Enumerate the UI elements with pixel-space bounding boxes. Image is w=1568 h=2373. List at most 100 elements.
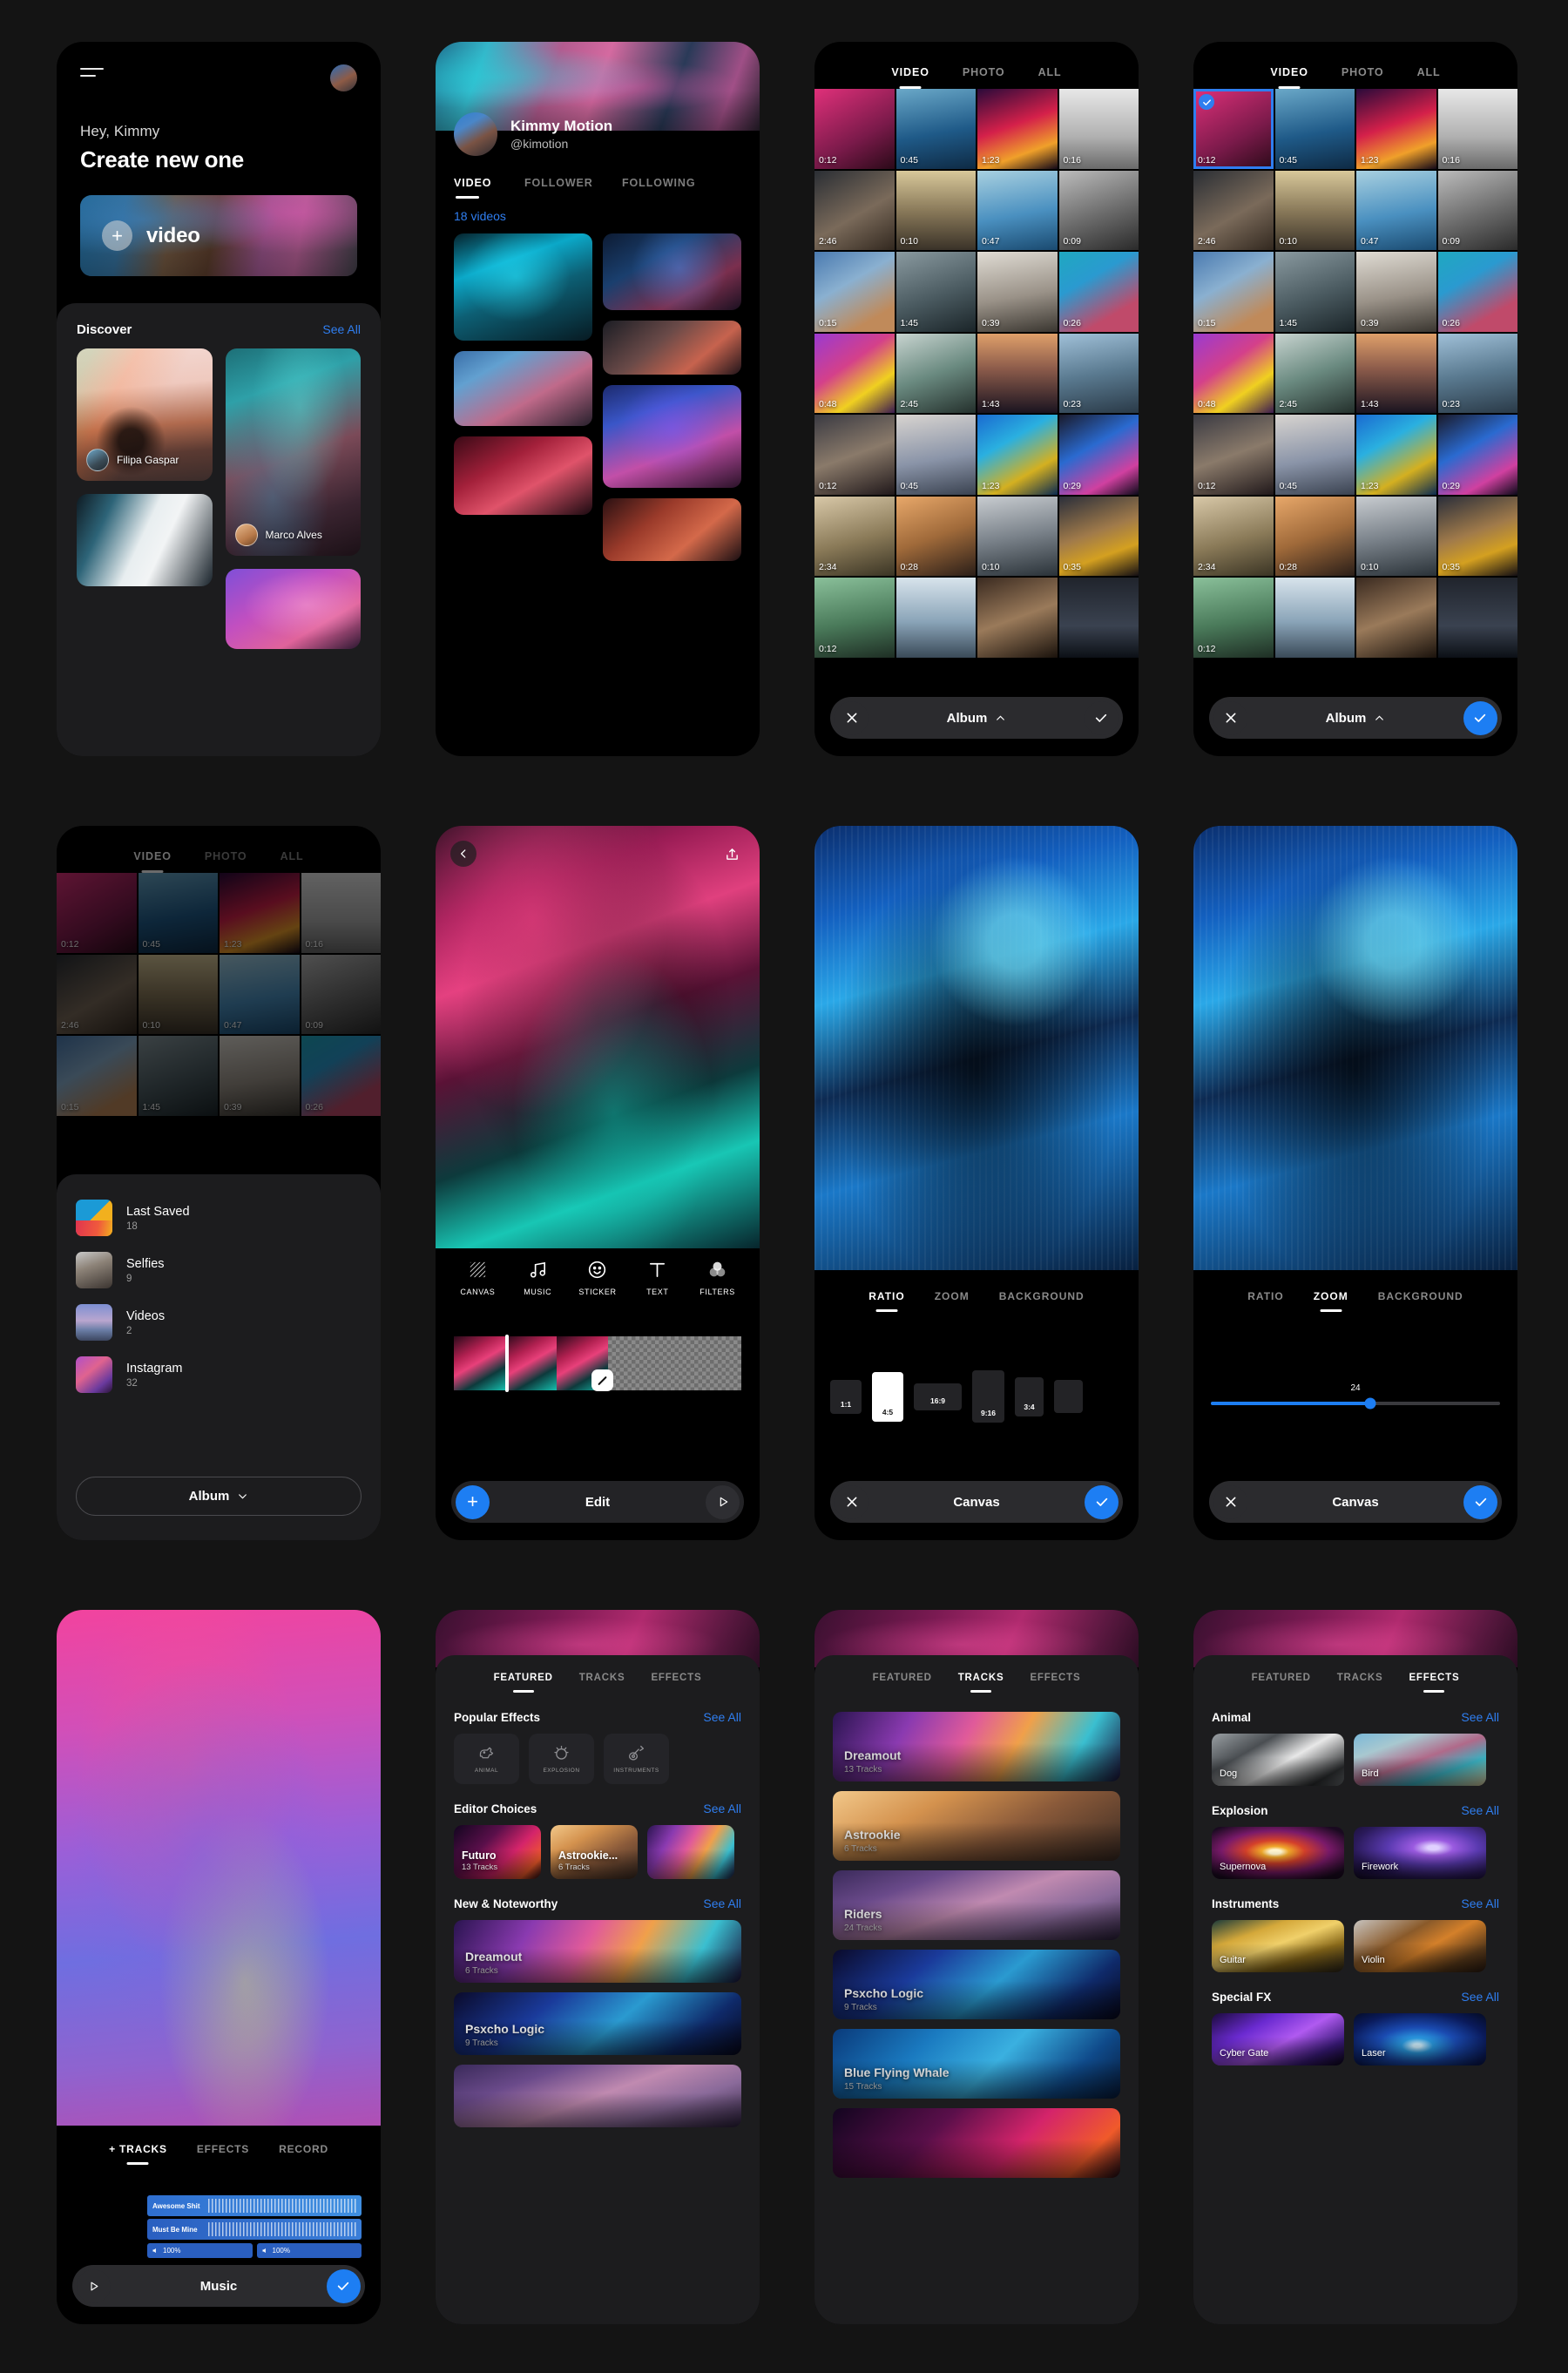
media-thumbnail[interactable]: 1:23 — [220, 873, 300, 953]
media-thumbnail[interactable]: 1:43 — [1356, 333, 1436, 413]
media-thumbnail[interactable]: 0:47 — [220, 954, 300, 1034]
ratio-option-9-16[interactable]: 9:16 — [972, 1370, 1004, 1423]
effect-card[interactable]: Dog — [1212, 1734, 1344, 1786]
section-see-all[interactable]: See All — [703, 1802, 741, 1815]
tool-text[interactable]: TEXT — [630, 1260, 686, 1296]
media-thumbnail[interactable]: 0:12 — [1193, 578, 1274, 658]
store-track-card[interactable]: Riders 24 Tracks — [833, 1870, 1120, 1940]
album-selector[interactable]: Album — [947, 711, 1007, 726]
tab-zoom[interactable]: ZOOM — [935, 1290, 970, 1312]
store-card[interactable]: Astrookie... 6 Tracks — [551, 1825, 638, 1879]
media-thumbnail[interactable]: 0:48 — [814, 333, 895, 413]
close-icon[interactable] — [835, 1484, 868, 1519]
video-thumb[interactable] — [603, 385, 741, 488]
list-item[interactable]: Instagram 32 — [76, 1349, 362, 1401]
back-icon[interactable] — [450, 841, 476, 867]
timeline-frame[interactable] — [454, 1336, 505, 1390]
media-thumbnail[interactable]: 0:45 — [896, 415, 976, 495]
discover-card[interactable]: Marco Alves — [225, 348, 361, 556]
tab-video[interactable]: VIDEO — [454, 177, 524, 199]
album-selector[interactable]: Album — [1326, 711, 1386, 726]
media-thumbnail[interactable]: 0:45 — [138, 873, 218, 953]
media-thumbnail[interactable]: 2:45 — [896, 333, 976, 413]
store-track-card[interactable]: Astrookie 6 Tracks — [833, 1791, 1120, 1861]
media-thumbnail[interactable]: 1:23 — [977, 89, 1058, 169]
section-see-all[interactable]: See All — [1461, 1710, 1499, 1724]
ratio-option-1-1[interactable]: 1:1 — [830, 1379, 862, 1414]
confirm-button[interactable] — [1084, 700, 1119, 735]
section-see-all[interactable]: See All — [1461, 1803, 1499, 1817]
audio-clip[interactable]: Awesome Shit — [147, 2195, 362, 2216]
discover-card[interactable] — [225, 569, 361, 649]
media-thumbnail[interactable]: 1:43 — [977, 333, 1058, 413]
media-thumbnail[interactable] — [1356, 578, 1436, 658]
store-card[interactable]: Futuro 13 Tracks — [454, 1825, 541, 1879]
video-thumb[interactable] — [603, 321, 741, 375]
effect-card[interactable]: Laser — [1354, 2013, 1486, 2065]
tab-tracks[interactable]: TRACKS — [579, 1673, 625, 1693]
tab-tracks[interactable]: TRACKS — [1337, 1673, 1383, 1693]
tab-video[interactable]: VIDEO — [891, 66, 929, 89]
store-track-card[interactable] — [454, 2065, 741, 2127]
menu-icon[interactable] — [80, 64, 106, 82]
effect-card[interactable]: Guitar — [1212, 1920, 1344, 1972]
tab-effects[interactable]: EFFECTS — [1409, 1673, 1459, 1693]
media-thumbnail[interactable]: 0:16 — [1058, 89, 1139, 169]
volume-control[interactable]: 100% — [256, 2243, 362, 2258]
tab-all[interactable]: ALL — [280, 850, 304, 873]
media-thumbnail[interactable]: 0:26 — [1437, 252, 1517, 332]
media-thumbnail[interactable]: 0:39 — [977, 252, 1058, 332]
confirm-button[interactable] — [326, 2268, 361, 2303]
media-thumbnail[interactable]: 1:45 — [138, 1036, 218, 1116]
media-thumbnail[interactable]: 0:12 — [814, 415, 895, 495]
tab-ratio[interactable]: RATIO — [1247, 1290, 1283, 1312]
tool-filters[interactable]: FILTERS — [690, 1260, 746, 1296]
media-thumbnail[interactable] — [1058, 578, 1139, 658]
store-track-card[interactable]: Dreamout 6 Tracks — [454, 1920, 741, 1983]
close-icon[interactable] — [1213, 700, 1247, 735]
media-thumbnail[interactable]: 2:45 — [1274, 333, 1355, 413]
media-thumbnail[interactable]: 0:29 — [1437, 415, 1517, 495]
media-thumbnail[interactable]: 0:10 — [1274, 170, 1355, 250]
media-thumbnail[interactable]: 0:15 — [814, 252, 895, 332]
tab-follower[interactable]: FOLLOWER — [524, 177, 622, 199]
close-icon[interactable] — [1213, 1484, 1247, 1519]
media-thumbnail[interactable]: 0:12 — [1193, 415, 1274, 495]
media-thumbnail[interactable] — [896, 578, 976, 658]
media-thumbnail[interactable]: 0:09 — [1058, 170, 1139, 250]
media-thumbnail[interactable]: 0:09 — [301, 954, 381, 1034]
tab-effects[interactable]: EFFECTS — [1030, 1673, 1080, 1693]
tab-tracks[interactable]: TRACKS — [958, 1673, 1004, 1693]
media-thumbnail[interactable]: 0:39 — [1356, 252, 1436, 332]
volume-control[interactable]: 100% — [147, 2243, 253, 2258]
tab-photo[interactable]: PHOTO — [205, 850, 247, 873]
ratio-option-4-5[interactable]: 4:5 — [872, 1371, 903, 1422]
store-track-card[interactable]: Psxcho Logic 9 Tracks — [833, 1950, 1120, 2019]
section-see-all[interactable]: See All — [1461, 1896, 1499, 1910]
media-thumbnail[interactable]: 0:12 — [1193, 89, 1274, 169]
playhead[interactable] — [505, 1335, 509, 1392]
confirm-button[interactable] — [1085, 1484, 1119, 1519]
effect-chip-explosion[interactable]: EXPLOSION — [529, 1734, 594, 1784]
media-thumbnail[interactable]: 1:23 — [1356, 415, 1436, 495]
media-thumbnail[interactable]: 0:12 — [57, 873, 137, 953]
list-item[interactable]: Last Saved 18 — [76, 1192, 362, 1244]
effect-card[interactable]: Supernova — [1212, 1827, 1344, 1879]
media-thumbnail[interactable]: 2:46 — [1193, 170, 1274, 250]
store-track-card[interactable]: Blue Flying Whale 15 Tracks — [833, 2029, 1120, 2099]
media-thumbnail[interactable]: 0:10 — [977, 496, 1058, 576]
media-thumbnail[interactable]: 0:10 — [896, 170, 976, 250]
discover-see-all[interactable]: See All — [322, 322, 361, 336]
media-thumbnail[interactable]: 0:45 — [1274, 89, 1355, 169]
media-thumbnail[interactable]: 0:16 — [1437, 89, 1517, 169]
store-track-card[interactable] — [833, 2108, 1120, 2178]
tab-background[interactable]: BACKGROUND — [999, 1290, 1085, 1312]
media-thumbnail[interactable]: 0:09 — [1437, 170, 1517, 250]
media-thumbnail[interactable]: 0:23 — [1058, 333, 1139, 413]
store-track-card[interactable]: Dreamout 13 Tracks — [833, 1712, 1120, 1781]
tab-effects[interactable]: EFFECTS — [651, 1673, 701, 1693]
tool-sticker[interactable]: STICKER — [570, 1260, 625, 1296]
media-thumbnail[interactable]: 0:35 — [1437, 496, 1517, 576]
tab-background[interactable]: BACKGROUND — [1378, 1290, 1463, 1312]
media-thumbnail[interactable]: 0:47 — [1356, 170, 1436, 250]
